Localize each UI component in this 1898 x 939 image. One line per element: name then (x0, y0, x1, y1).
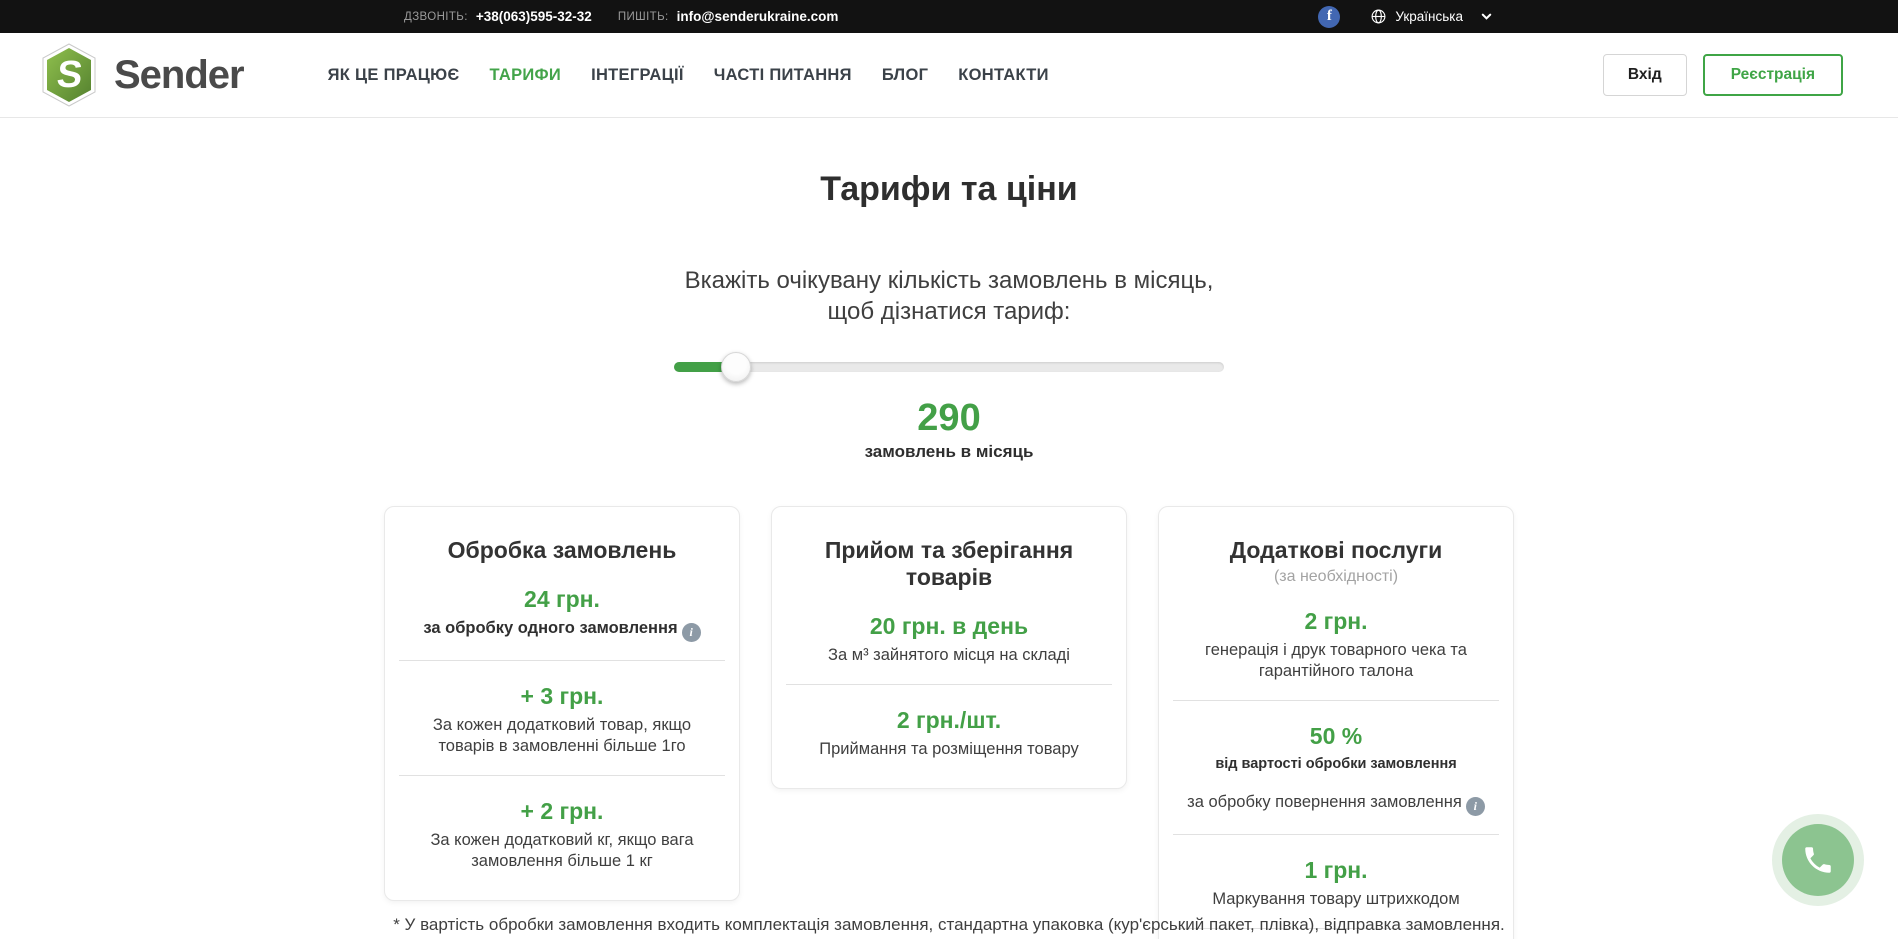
price-desc: за обробку повернення замовленняi (1183, 792, 1489, 816)
price-item: + 3 грн. За кожен додатковий товар, якщо… (409, 683, 715, 757)
svg-text:S: S (55, 54, 85, 96)
language-selector[interactable]: Українська (1370, 8, 1494, 25)
price-desc-text: за обробку одного замовлення (423, 619, 677, 637)
card-title: Обробка замовлень (409, 537, 715, 564)
price-value: 2 грн./шт. (796, 707, 1102, 734)
orders-count-label: замовлень в місяць (0, 442, 1898, 462)
price-value: 2 грн. (1183, 608, 1489, 635)
info-icon[interactable]: i (1466, 797, 1485, 816)
main-nav: ЯК ЦЕ ПРАЦЮЄ ТАРИФИ ІНТЕГРАЦІЇ ЧАСТІ ПИТ… (328, 66, 1049, 85)
language-label: Українська (1395, 9, 1463, 24)
price-item: 50 % від вартості обробки замовлення за … (1183, 723, 1489, 816)
divider (399, 660, 725, 661)
phone-icon (1782, 824, 1854, 896)
phone-link[interactable]: +38(063)595-32-32 (476, 9, 592, 24)
card-storage: Прийом та зберігання товарів 20 грн. в д… (771, 506, 1127, 789)
topbar-contacts: ДЗВОНІТЬ: +38(063)595-32-32 ПИШІТЬ: info… (404, 9, 856, 24)
price-value: + 3 грн. (409, 683, 715, 710)
nav-item-tariffs[interactable]: ТАРИФИ (490, 66, 562, 85)
price-desc: За кожен додатковий кг, якщо вага замовл… (409, 830, 715, 872)
login-button[interactable]: Вхід (1603, 54, 1687, 96)
header-actions: Вхід Реєстрація (1603, 54, 1843, 96)
register-button[interactable]: Реєстрація (1703, 54, 1843, 96)
topbar-right: f Українська (1318, 6, 1494, 28)
slider-knob[interactable] (721, 352, 751, 382)
divider (1173, 834, 1499, 835)
orders-slider[interactable] (674, 351, 1224, 383)
slider-subtitle: Вкажіть очікувану кількість замовлень в … (0, 265, 1898, 327)
price-desc: Приймання та розміщення товару (796, 739, 1102, 760)
nav-item-integrations[interactable]: ІНТЕГРАЦІЇ (591, 66, 684, 85)
page-title: Тарифи та ціни (0, 170, 1898, 209)
call-label: ДЗВОНІТЬ: (404, 11, 468, 23)
price-value: + 2 грн. (409, 798, 715, 825)
price-desc: За кожен додатковий товар, якщо товарів … (409, 715, 715, 757)
price-desc: Маркування товару штрихкодом (1183, 889, 1489, 910)
card-order-processing: Обробка замовлень 24 грн. за обробку одн… (384, 506, 740, 901)
price-item: 20 грн. в день За м³ зайнятого місця на … (796, 613, 1102, 666)
globe-icon (1370, 8, 1387, 25)
pricing-cards: Обробка замовлень 24 грн. за обробку одн… (384, 506, 1514, 939)
nav-item-blog[interactable]: БЛОГ (882, 66, 928, 85)
topbar: ДЗВОНІТЬ: +38(063)595-32-32 ПИШІТЬ: info… (0, 0, 1898, 33)
subtitle-line-2: щоб дізнатися тариф: (0, 296, 1898, 327)
card-title: Прийом та зберігання товарів (796, 537, 1102, 591)
card-extra-services: Додаткові послуги (за необхідності) 2 гр… (1158, 506, 1514, 939)
sender-hexagon-icon: S (40, 43, 98, 107)
price-item: 24 грн. за обробку одного замовлення i (409, 586, 715, 642)
price-desc-text: за обробку повернення замовлення (1187, 793, 1462, 811)
subtitle-line-1: Вкажіть очікувану кількість замовлень в … (0, 265, 1898, 296)
price-desc: генерація і друк товарного чека та гаран… (1183, 640, 1489, 682)
price-sub-bold: від вартості обробки замовлення (1183, 756, 1489, 772)
pricing-footnote: * У вартість обробки замовлення входить … (0, 915, 1898, 935)
nav-item-contacts[interactable]: КОНТАКТИ (958, 66, 1049, 85)
price-value: 20 грн. в день (796, 613, 1102, 640)
divider (786, 684, 1112, 685)
divider (1173, 700, 1499, 701)
nav-item-how-it-works[interactable]: ЯК ЦЕ ПРАЦЮЄ (328, 66, 460, 85)
price-value: 50 % (1183, 723, 1489, 750)
orders-count-value: 290 (0, 397, 1898, 440)
price-item: 2 грн./шт. Приймання та розміщення товар… (796, 707, 1102, 760)
page: ДЗВОНІТЬ: +38(063)595-32-32 ПИШІТЬ: info… (0, 0, 1898, 939)
price-value: 1 грн. (1183, 857, 1489, 884)
email-link[interactable]: info@senderukraine.com (677, 9, 839, 24)
brand-logo[interactable]: S Sender (40, 43, 244, 107)
nav-item-faq[interactable]: ЧАСТІ ПИТАННЯ (714, 66, 852, 85)
price-item: 2 грн. генерація і друк товарного чека т… (1183, 608, 1489, 682)
price-item: + 2 грн. За кожен додатковий кг, якщо ва… (409, 798, 715, 872)
brand-name: Sender (114, 53, 244, 98)
header: S Sender ЯК ЦЕ ПРАЦЮЄ ТАРИФИ ІНТЕГРАЦІЇ … (0, 33, 1898, 118)
slider-track[interactable] (674, 362, 1224, 372)
price-item: 1 грн. Маркування товару штрихкодом (1183, 857, 1489, 910)
write-label: ПИШІТЬ: (618, 11, 669, 23)
price-desc: за обробку одного замовлення i (409, 618, 715, 642)
price-desc: За м³ зайнятого місця на складі (796, 645, 1102, 666)
divider (399, 775, 725, 776)
call-fab[interactable] (1772, 814, 1864, 906)
price-value: 24 грн. (409, 586, 715, 613)
card-subtitle: (за необхідності) (1183, 568, 1489, 586)
info-icon[interactable]: i (682, 623, 701, 642)
chevron-down-icon (1479, 9, 1494, 24)
facebook-icon[interactable]: f (1318, 6, 1340, 28)
card-title: Додаткові послуги (1183, 537, 1489, 564)
